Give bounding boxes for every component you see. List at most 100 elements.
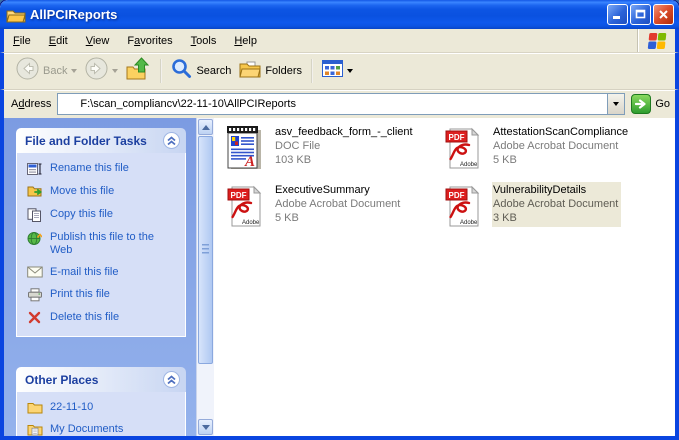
file-tile-pdf[interactable]: PDF Adobe ExecutiveSummary Adobe Acrobat… (222, 182, 440, 240)
publish-web-icon (26, 231, 43, 246)
go-button[interactable]: Go (631, 94, 670, 114)
back-label: Back (43, 65, 68, 77)
task-email-file[interactable]: E-mail this file (26, 266, 179, 279)
address-value[interactable]: F:\scan_compliancv\22-11-10\AllPCIReport… (80, 98, 607, 110)
back-button[interactable]: Back (12, 54, 81, 88)
svg-text:Adobe: Adobe (460, 220, 478, 226)
file-tile-doc[interactable]: A asv_feedback_form_-_client DOC File 10… (222, 124, 440, 182)
collapse-chevron-icon[interactable] (163, 132, 180, 149)
views-button[interactable] (318, 57, 357, 85)
svg-text:A: A (244, 154, 255, 170)
back-icon (16, 57, 39, 85)
file-tasks-body: Rename this file Move this file Copy thi… (16, 153, 186, 337)
file-tasks-title: File and Folder Tasks (25, 133, 147, 148)
folders-icon (239, 60, 261, 83)
address-input[interactable]: F:\scan_compliancv\22-11-10\AllPCIReport… (57, 93, 626, 115)
menu-view[interactable]: View (77, 29, 119, 52)
task-publish-file[interactable]: Publish this file to the Web (26, 231, 179, 257)
windows-logo-icon (637, 29, 675, 52)
file-name: ExecutiveSummary (275, 184, 370, 196)
scrollbar-thumb[interactable] (198, 136, 213, 364)
menu-tools[interactable]: Tools (182, 29, 226, 52)
other-places-body: 22-11-10 My Documents (16, 392, 186, 436)
pdf-file-icon: PDF Adobe (440, 182, 484, 228)
scroll-up-button[interactable] (198, 119, 213, 135)
place-label: My Documents (50, 423, 124, 435)
go-label: Go (655, 98, 670, 110)
my-documents-icon (26, 423, 43, 436)
chevron-down-icon (613, 102, 620, 106)
address-dropdown-button[interactable] (607, 94, 625, 114)
file-type: DOC File (275, 140, 321, 152)
place-my-documents[interactable]: My Documents (26, 423, 179, 436)
task-label: Move this file (50, 185, 115, 197)
place-parent-folder[interactable]: 22-11-10 (26, 401, 179, 414)
file-tile-pdf[interactable]: PDF Adobe AttestationScanCompliance Adob… (440, 124, 675, 182)
taskpane-scrollbar[interactable] (196, 118, 214, 436)
task-label: Delete this file (50, 311, 120, 323)
scroll-down-button[interactable] (198, 419, 213, 435)
maximize-button[interactable] (630, 4, 651, 25)
file-tasks-header[interactable]: File and Folder Tasks (16, 128, 186, 153)
menu-file[interactable]: File (4, 29, 40, 52)
search-button[interactable]: Search (167, 55, 235, 87)
pdf-file-icon: PDF Adobe (222, 182, 266, 228)
chevron-down-icon (201, 424, 210, 430)
menu-favorites[interactable]: Favorites (118, 29, 181, 52)
file-type: Adobe Acrobat Document (493, 140, 619, 152)
svg-text:PDF: PDF (448, 191, 464, 200)
other-places-title: Other Places (25, 372, 99, 387)
place-label: 22-11-10 (50, 401, 94, 413)
task-delete-file[interactable]: Delete this file (26, 311, 179, 324)
svg-text:Adobe: Adobe (242, 220, 260, 226)
file-tile-text: AttestationScanCompliance Adobe Acrobat … (492, 124, 631, 169)
task-move-file[interactable]: Move this file (26, 185, 179, 199)
address-bar: Address F:\scan_compliancv\22-11-10\AllP… (0, 90, 679, 118)
search-icon (171, 58, 192, 84)
svg-text:Adobe: Adobe (460, 162, 478, 168)
svg-text:PDF: PDF (230, 191, 246, 200)
doc-file-icon: A (222, 124, 266, 170)
file-size: 5 KB (275, 212, 299, 224)
other-places-header[interactable]: Other Places (16, 367, 186, 392)
forward-button[interactable] (81, 54, 122, 88)
delete-icon (26, 311, 43, 324)
back-dropdown-icon[interactable] (71, 69, 78, 73)
copy-icon (26, 208, 43, 222)
views-dropdown-icon[interactable] (347, 69, 354, 73)
toolbar-separator (160, 59, 163, 83)
toolbar-separator (311, 59, 314, 83)
menu-edit[interactable]: Edit (40, 29, 77, 52)
task-pane: File and Folder Tasks Rename this file M… (4, 118, 196, 436)
move-icon (26, 185, 43, 199)
print-icon (26, 288, 43, 302)
forward-dropdown-icon[interactable] (112, 69, 119, 73)
chevron-up-icon (201, 124, 210, 130)
folders-button[interactable]: Folders (235, 57, 306, 86)
task-rename-file[interactable]: Rename this file (26, 162, 179, 176)
menu-help[interactable]: Help (225, 29, 266, 52)
file-tasks-panel: File and Folder Tasks Rename this file M… (16, 128, 186, 337)
task-print-file[interactable]: Print this file (26, 288, 179, 302)
file-tile-text: VulnerabilityDetails Adobe Acrobat Docum… (492, 182, 622, 227)
search-label: Search (196, 65, 232, 77)
minimize-button[interactable] (607, 4, 628, 25)
collapse-chevron-icon[interactable] (163, 371, 180, 388)
title-bar[interactable]: AllPCIReports (0, 0, 679, 29)
task-copy-file[interactable]: Copy this file (26, 208, 179, 222)
file-tile-text: asv_feedback_form_-_client DOC File 103 … (274, 124, 416, 169)
task-label: Rename this file (50, 162, 129, 174)
main-area: File and Folder Tasks Rename this file M… (0, 118, 679, 440)
forward-icon (85, 57, 108, 85)
file-tile-pdf-selected[interactable]: PDF Adobe VulnerabilityDetails Adobe Acr… (440, 182, 675, 240)
email-icon (26, 266, 43, 278)
svg-text:PDF: PDF (448, 133, 464, 142)
file-name: asv_feedback_form_-_client (275, 126, 413, 138)
file-size: 3 KB (493, 212, 517, 224)
up-button[interactable] (122, 54, 155, 88)
go-arrow-icon[interactable] (631, 94, 652, 114)
menu-bar: File Edit View Favorites Tools Help (0, 29, 679, 53)
task-label: Print this file (50, 288, 110, 300)
close-button[interactable] (653, 4, 674, 25)
folders-label: Folders (265, 65, 303, 77)
